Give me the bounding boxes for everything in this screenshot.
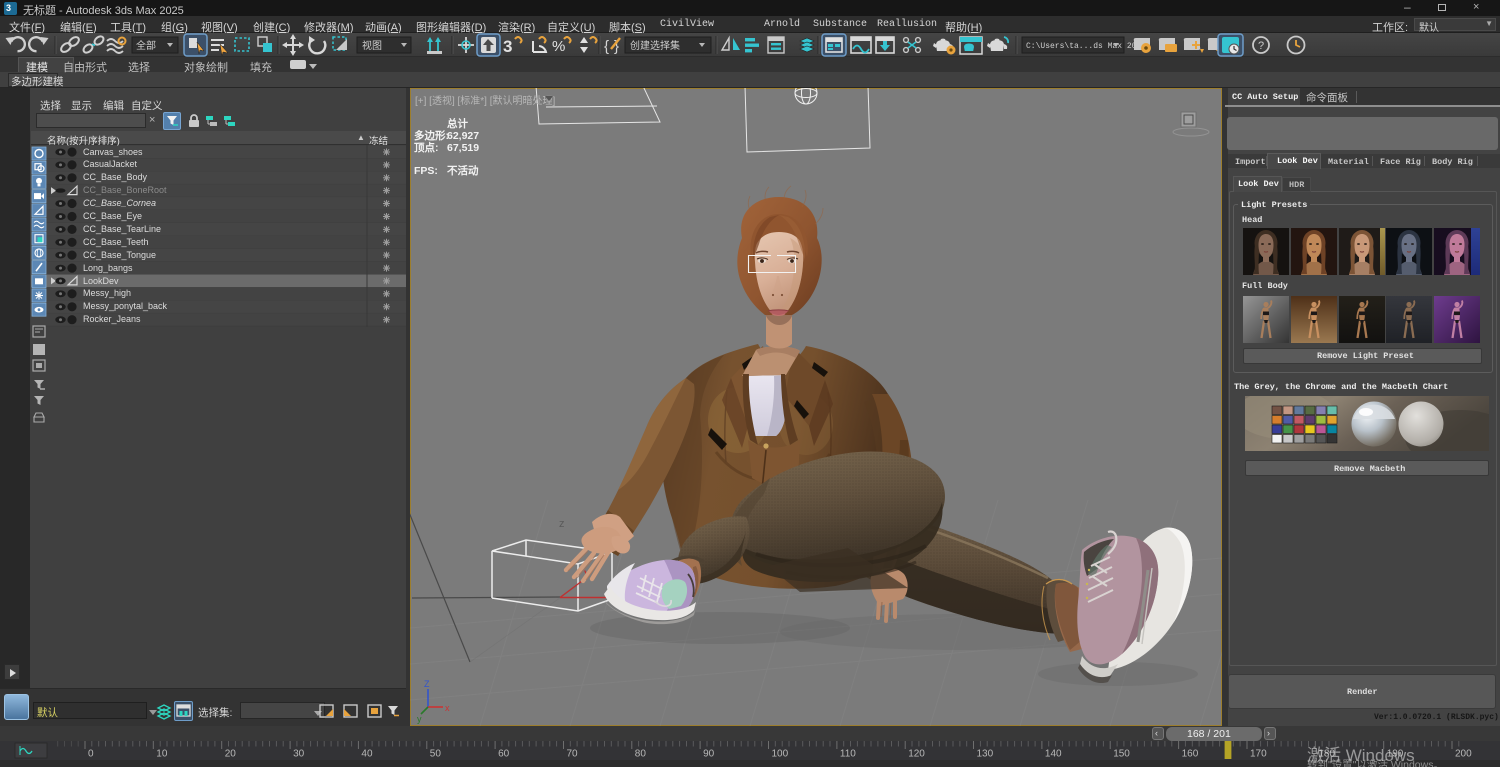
svg-text:顶点:: 顶点: [414,141,439,154]
svg-text:总计: 总计 [447,117,468,130]
svg-text:z: z [559,518,565,530]
svg-text:3: 3 [503,37,512,56]
svg-text:62,927: 62,927 [447,130,479,142]
svg-text:Z: Z [424,679,430,689]
svg-text:{: { [604,38,609,55]
svg-text:C:\Users\ta...ds Max 202: C:\Users\ta...ds Max 202 [1026,42,1141,51]
svg-text:200: 200 [1455,749,1472,760]
svg-text:[+] [透视] [标准*] [默认明暗处理]: [+] [透视] [标准*] [默认明暗处理] [415,94,556,107]
svg-text:0: 0 [88,749,94,760]
svg-text:视图: 视图 [362,39,382,52]
svg-text:67,519: 67,519 [447,142,479,154]
svg-text:30: 30 [293,749,305,760]
svg-text:70: 70 [567,749,579,760]
svg-text:160: 160 [1182,749,1199,760]
svg-text:?: ? [1258,40,1264,52]
svg-text:150: 150 [1113,749,1130,760]
svg-text:创建选择集: 创建选择集 [630,39,680,52]
svg-text:140: 140 [1045,749,1062,760]
svg-text:多边形:: 多边形: [414,129,449,142]
svg-text:FPS:: FPS: [414,165,438,177]
svg-text:120: 120 [908,749,925,760]
svg-text:130: 130 [977,749,994,760]
svg-text:100: 100 [772,749,789,760]
svg-text:x: x [445,703,450,713]
svg-text:50: 50 [430,749,442,760]
svg-text:170: 170 [1250,749,1267,760]
svg-text:110: 110 [840,749,856,760]
svg-text:全部: 全部 [136,39,156,52]
svg-text:80: 80 [635,749,647,760]
svg-text:y: y [417,714,422,724]
svg-text:10: 10 [156,749,168,760]
svg-text:40: 40 [361,749,373,760]
svg-text:%: % [552,38,565,55]
svg-text:90: 90 [703,749,715,760]
svg-text:不活动: 不活动 [447,164,479,177]
svg-text:20: 20 [225,749,237,760]
svg-text:60: 60 [498,749,510,760]
